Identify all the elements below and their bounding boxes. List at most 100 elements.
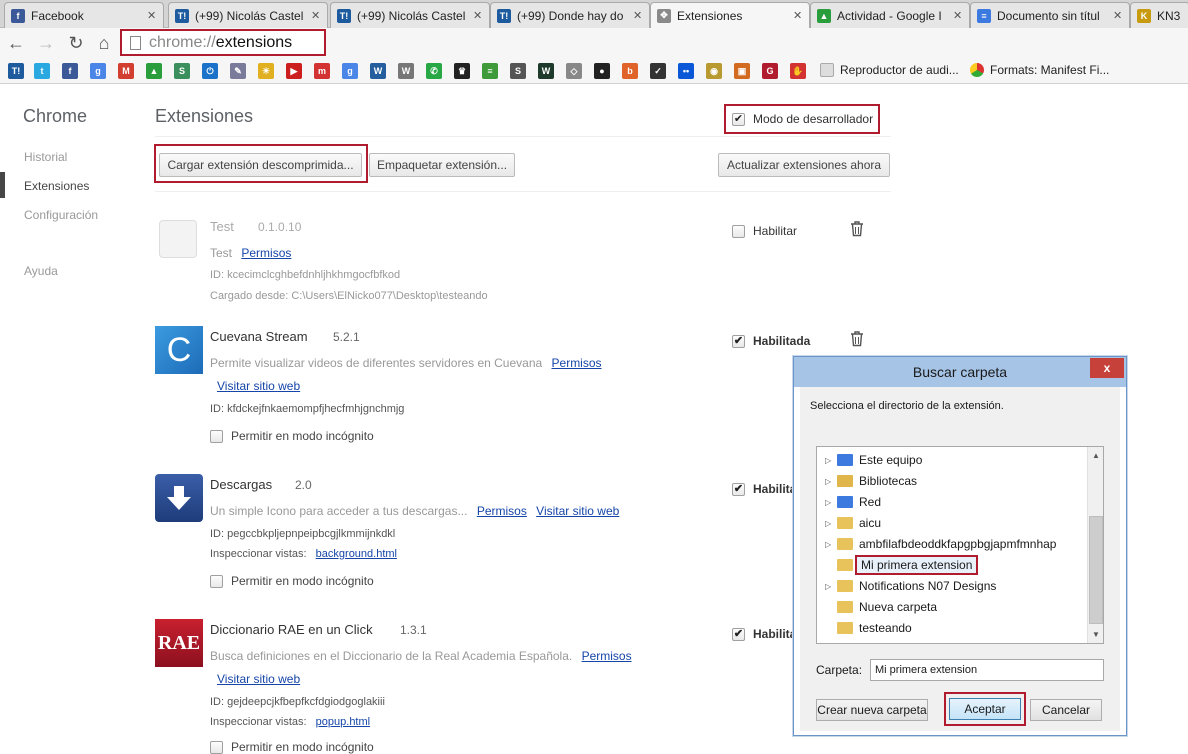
new-folder-button[interactable]: Crear nueva carpeta [816,699,928,721]
eye-icon[interactable]: ◉ [706,63,722,79]
sun-icon[interactable]: ☀ [258,63,274,79]
expand-arrow-icon[interactable]: ▷ [825,477,837,486]
check-icon[interactable]: ✓ [650,63,666,79]
youtube-icon[interactable]: ▶ [286,63,302,79]
visit-website-link[interactable]: Visitar sitio web [536,504,619,518]
tree-item[interactable]: testeando [817,618,1087,638]
forward-arrow-icon[interactable]: → [36,32,56,54]
expand-arrow-icon[interactable]: ▷ [825,456,837,465]
accept-button[interactable]: Aceptar [949,698,1021,720]
close-tab-icon[interactable]: ✕ [311,9,321,22]
tab-taringa-3[interactable]: T! (+99) Donde hay do ✕ [490,2,650,28]
permissions-link[interactable]: Permisos [241,246,291,260]
close-tab-icon[interactable]: ✕ [793,9,803,22]
folder-input[interactable] [870,659,1104,681]
home-icon[interactable]: ⌂ [94,32,114,54]
expand-arrow-icon[interactable]: ▷ [825,540,837,549]
incognito-toggle[interactable]: Permitir en modo incógnito [210,740,374,754]
tab-kn3[interactable]: K KN3 - [1130,2,1188,28]
gmail-icon[interactable]: M [118,63,134,79]
enable-toggle[interactable]: Habilitar [732,224,797,238]
bitly-icon[interactable]: b [622,63,638,79]
expand-arrow-icon[interactable]: ▷ [825,519,837,528]
flickr-icon[interactable]: •• [678,63,694,79]
visit-website-link[interactable]: Visitar sitio web [217,379,300,393]
tab-extensiones[interactable]: ✥ Extensiones ✕ [650,2,810,28]
tree-item[interactable]: ▷ Red [817,492,1087,512]
twitter-icon[interactable]: t [34,63,50,79]
visit-website-link[interactable]: Visitar sitio web [217,672,300,686]
incognito-checkbox[interactable] [210,574,223,588]
enable-checkbox[interactable]: ✔ [732,482,745,496]
photo-icon[interactable]: ▣ [734,63,750,79]
enable-checkbox[interactable]: ✔ [732,334,745,348]
sidebar-item-historial[interactable]: Historial [24,150,67,164]
expand-arrow-icon[interactable]: ▷ [825,498,837,507]
github-icon[interactable]: ● [594,63,610,79]
trash-icon[interactable] [850,331,864,347]
expand-arrow-icon[interactable]: ▷ [825,582,837,591]
close-tab-icon[interactable]: ✕ [1113,9,1123,22]
incognito-checkbox[interactable] [210,740,223,754]
incognito-toggle[interactable]: Permitir en modo incógnito [210,574,374,588]
inspect-view-link[interactable]: popup.html [316,716,370,728]
whatsapp-icon[interactable]: ✆ [426,63,442,79]
tab-facebook[interactable]: f Facebook ✕ [4,2,164,28]
enable-toggle[interactable]: ✔ Habilita [732,627,796,641]
folder-tree[interactable]: ▲ ▼ ▷ Este equipo ▷ Bibliotecas ▷ Red ▷ aicu ▷ am… [816,446,1104,644]
tab-google-activity[interactable]: ▲ Actividad - Google I ✕ [810,2,970,28]
developer-mode-checkbox[interactable]: ✔ [732,112,745,126]
tree-item[interactable]: ▷ Este equipo [817,450,1087,470]
tree-item[interactable]: Mi primera extension [817,555,1087,575]
chess-icon[interactable]: ♛ [454,63,470,79]
google-drive-icon[interactable]: ▲ [146,63,162,79]
load-unpacked-button[interactable]: Cargar extensión descomprimida... [159,153,362,177]
google-sites-icon[interactable]: S [174,63,190,79]
scroll-thumb[interactable] [1089,516,1103,624]
trash-icon[interactable] [850,221,864,237]
inspect-view-link[interactable]: background.html [316,548,397,560]
tab-taringa-2[interactable]: T! (+99) Nicolás Castel ✕ [330,2,490,28]
tree-item[interactable]: ▷ Bibliotecas [817,471,1087,491]
tree-scrollbar[interactable]: ▲ ▼ [1087,447,1103,643]
google-plus-icon[interactable]: g [342,63,358,79]
permissions-link[interactable]: Permisos [477,504,527,518]
w-icon[interactable]: W [538,63,554,79]
bookmark-audio-player[interactable]: Reproductor de audi... [820,63,959,77]
tab-taringa-1[interactable]: T! (+99) Nicolás Castel ✕ [168,2,328,28]
s-icon[interactable]: S [510,63,526,79]
tree-item[interactable]: ▷ Notifications N07 Designs [817,576,1087,596]
w3-icon[interactable]: W [370,63,386,79]
reload-icon[interactable]: ↻ [66,32,86,54]
update-extensions-button[interactable]: Actualizar extensiones ahora [718,153,890,177]
bookmark-manifest-formats[interactable]: Formats: Manifest Fi... [970,63,1109,77]
address-bar[interactable]: chrome://extensions [120,29,326,56]
cancel-button[interactable]: Cancelar [1030,699,1102,721]
enable-checkbox[interactable] [732,224,745,238]
feather-icon[interactable]: ✎ [230,63,246,79]
close-tab-icon[interactable]: ✕ [953,9,963,22]
tree-item[interactable]: ▷ ambfilafbdeoddkfapgpbgjapmfmnhap [817,534,1087,554]
enable-toggle[interactable]: ✔ Habilitada [732,334,810,348]
developer-mode-toggle[interactable]: ✔ Modo de desarrollador [724,104,880,134]
sidebar-item-ayuda[interactable]: Ayuda [24,264,58,278]
close-tab-icon[interactable]: ✕ [473,9,483,22]
close-icon[interactable]: x [1090,358,1124,378]
incognito-checkbox[interactable] [210,429,223,443]
close-tab-icon[interactable]: ✕ [147,9,157,22]
tree-item[interactable]: ▷ aicu [817,513,1087,533]
facebook-icon[interactable]: f [62,63,78,79]
mail-icon[interactable]: G [762,63,778,79]
hand-icon[interactable]: ✋ [790,63,806,79]
mega-icon[interactable]: m [314,63,330,79]
close-tab-icon[interactable]: ✕ [633,9,643,22]
stack-icon[interactable]: ≡ [482,63,498,79]
sidebar-item-extensiones[interactable]: Extensiones [24,179,89,193]
enable-checkbox[interactable]: ✔ [732,627,745,641]
enable-toggle[interactable]: ✔ Habilita [732,482,796,496]
tree-item[interactable]: Nueva carpeta [817,597,1087,617]
sidebar-item-configuracion[interactable]: Configuración [24,208,98,222]
power-icon[interactable]: ⏻ [202,63,218,79]
incognito-toggle[interactable]: Permitir en modo incógnito [210,429,374,443]
tab-google-doc[interactable]: ≡ Documento sin títul ✕ [970,2,1130,28]
